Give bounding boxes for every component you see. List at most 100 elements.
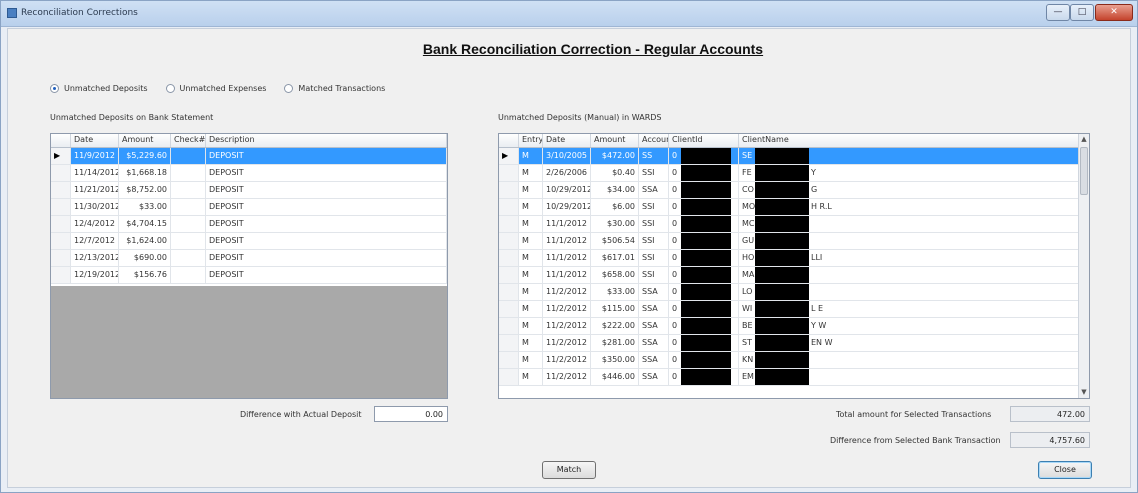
close-button[interactable]: Close: [1038, 461, 1092, 479]
row-header[interactable]: [499, 250, 519, 266]
window-title: Reconciliation Corrections: [21, 8, 138, 18]
table-row[interactable]: M 11/2/2012 $350.00 SSA 0 KN: [499, 352, 1089, 369]
radio-dot[interactable]: [284, 84, 294, 93]
table-cell: 11/1/2012: [543, 216, 591, 232]
redaction-block: [755, 267, 809, 283]
row-header[interactable]: [499, 182, 519, 198]
table-row[interactable]: 11/14/2012 $1,668.18 DEPOSIT: [51, 165, 447, 182]
table-row[interactable]: M 11/1/2012 $658.00 SSI 0 MA: [499, 267, 1089, 284]
col-header-clientname[interactable]: ClientName: [739, 134, 1079, 147]
table-row[interactable]: 11/30/2012 $33.00 DEPOSIT: [51, 199, 447, 216]
radio-label: Unmatched Deposits: [64, 84, 148, 93]
row-header[interactable]: [51, 250, 71, 266]
close-window-button[interactable]: ✕: [1095, 4, 1133, 21]
table-cell: 0: [669, 284, 739, 300]
table-cell: SS: [639, 148, 669, 164]
row-header[interactable]: [499, 301, 519, 317]
match-button[interactable]: Match: [542, 461, 596, 479]
table-cell: 0: [669, 148, 739, 164]
minimize-button[interactable]: —: [1046, 4, 1070, 21]
table-row[interactable]: M 11/2/2012 $33.00 SSA 0 LO: [499, 284, 1089, 301]
col-header-account[interactable]: Account: [639, 134, 669, 147]
table-cell: SSA: [639, 352, 669, 368]
row-header[interactable]: [51, 182, 71, 198]
table-cell: $222.00: [591, 318, 639, 334]
row-header[interactable]: [499, 199, 519, 215]
col-header-description[interactable]: Description: [206, 134, 447, 147]
redaction-block: [755, 250, 809, 266]
table-row[interactable]: M 10/29/2012 $6.00 SSI 0 MO H R.L: [499, 199, 1089, 216]
col-header-entry[interactable]: Entry: [519, 134, 543, 147]
wards-deposits-grid[interactable]: Entry Date Amount Account ClientId Clien…: [498, 133, 1090, 399]
radio-unmatched-expenses[interactable]: Unmatched Expenses: [165, 84, 267, 93]
col-header-date[interactable]: Date: [543, 134, 591, 147]
table-cell: DEPOSIT: [206, 165, 447, 181]
bank-statement-grid[interactable]: Date Amount Check# Description ▶ 11/9/201…: [50, 133, 448, 399]
row-header[interactable]: [51, 165, 71, 181]
row-header[interactable]: [499, 233, 519, 249]
scroll-thumb[interactable]: [1080, 147, 1088, 195]
table-row[interactable]: 11/21/2012 $8,752.00 DEPOSIT: [51, 182, 447, 199]
table-cell: 10/29/2012: [543, 182, 591, 198]
radio-unmatched-deposits[interactable]: Unmatched Deposits: [50, 84, 148, 93]
row-header[interactable]: [499, 216, 519, 232]
client-name-prefix: SE: [742, 151, 753, 160]
radio-dot[interactable]: [165, 84, 175, 93]
table-row[interactable]: M 11/1/2012 $506.54 SSI 0 GU: [499, 233, 1089, 250]
table-cell: 11/2/2012: [543, 284, 591, 300]
col-header-check[interactable]: Check#: [171, 134, 206, 147]
table-row[interactable]: 12/13/2012 $690.00 DEPOSIT: [51, 250, 447, 267]
row-header[interactable]: [499, 318, 519, 334]
row-header[interactable]: [499, 267, 519, 283]
row-header[interactable]: [51, 267, 71, 283]
table-cell: $8,752.00: [119, 182, 171, 198]
table-cell: 0: [669, 216, 739, 232]
difference-field[interactable]: 0.00: [374, 406, 448, 422]
table-row[interactable]: M 11/2/2012 $115.00 SSA 0 WI L E: [499, 301, 1089, 318]
row-header[interactable]: [499, 352, 519, 368]
table-row[interactable]: 12/4/2012 $4,704.15 DEPOSIT: [51, 216, 447, 233]
scroll-down-icon[interactable]: ▼: [1079, 387, 1089, 398]
table-row[interactable]: M 11/2/2012 $222.00 SSA 0 BE Y W: [499, 318, 1089, 335]
client-name-prefix: KN: [742, 355, 754, 364]
row-header[interactable]: [51, 216, 71, 232]
row-header[interactable]: ▶: [499, 148, 519, 164]
col-header-amount[interactable]: Amount: [591, 134, 639, 147]
radio-label: Unmatched Expenses: [179, 84, 267, 93]
client-name-prefix: CO: [742, 185, 754, 194]
table-cell: HO LLI: [739, 250, 1079, 266]
table-row[interactable]: M 11/1/2012 $30.00 SSI 0 MC: [499, 216, 1089, 233]
row-header[interactable]: [51, 199, 71, 215]
table-row[interactable]: ▶ M 3/10/2005 $472.00 SS 0 SE: [499, 148, 1089, 165]
radio-matched-transactions[interactable]: Matched Transactions: [284, 84, 385, 93]
scroll-up-icon[interactable]: ▲: [1079, 134, 1089, 145]
table-row[interactable]: 12/7/2012 $1,624.00 DEPOSIT: [51, 233, 447, 250]
table-row[interactable]: M 11/2/2012 $446.00 SSA 0 EM: [499, 369, 1089, 386]
table-row[interactable]: ▶ 11/9/2012 $5,229.60 DEPOSIT: [51, 148, 447, 165]
radio-dot[interactable]: [50, 84, 59, 93]
redaction-block: [755, 165, 809, 181]
table-row[interactable]: M 2/26/2006 $0.40 SSI 0 FE Y: [499, 165, 1089, 182]
table-row[interactable]: M 11/2/2012 $281.00 SSA 0 ST EN W: [499, 335, 1089, 352]
maximize-button[interactable]: □: [1070, 4, 1094, 21]
table-cell: M: [519, 369, 543, 385]
table-cell: SSA: [639, 284, 669, 300]
redaction-block: [681, 301, 731, 317]
table-row[interactable]: 12/19/2012 $156.76 DEPOSIT: [51, 267, 447, 284]
row-header[interactable]: [499, 165, 519, 181]
table-cell: $33.00: [119, 199, 171, 215]
table-cell: 11/9/2012: [71, 148, 119, 164]
table-cell: $617.01: [591, 250, 639, 266]
col-header-clientid[interactable]: ClientId: [669, 134, 739, 147]
table-row[interactable]: M 11/1/2012 $617.01 SSI 0 HO LLI: [499, 250, 1089, 267]
col-header-amount[interactable]: Amount: [119, 134, 171, 147]
row-header[interactable]: ▶: [51, 148, 71, 164]
row-header[interactable]: [51, 233, 71, 249]
table-row[interactable]: M 10/29/2012 $34.00 SSA 0 CO G: [499, 182, 1089, 199]
vertical-scrollbar[interactable]: ▲ ▼: [1078, 134, 1089, 398]
row-header[interactable]: [499, 335, 519, 351]
row-header[interactable]: [499, 369, 519, 385]
table-cell: DEPOSIT: [206, 148, 447, 164]
row-header[interactable]: [499, 284, 519, 300]
col-header-date[interactable]: Date: [71, 134, 119, 147]
